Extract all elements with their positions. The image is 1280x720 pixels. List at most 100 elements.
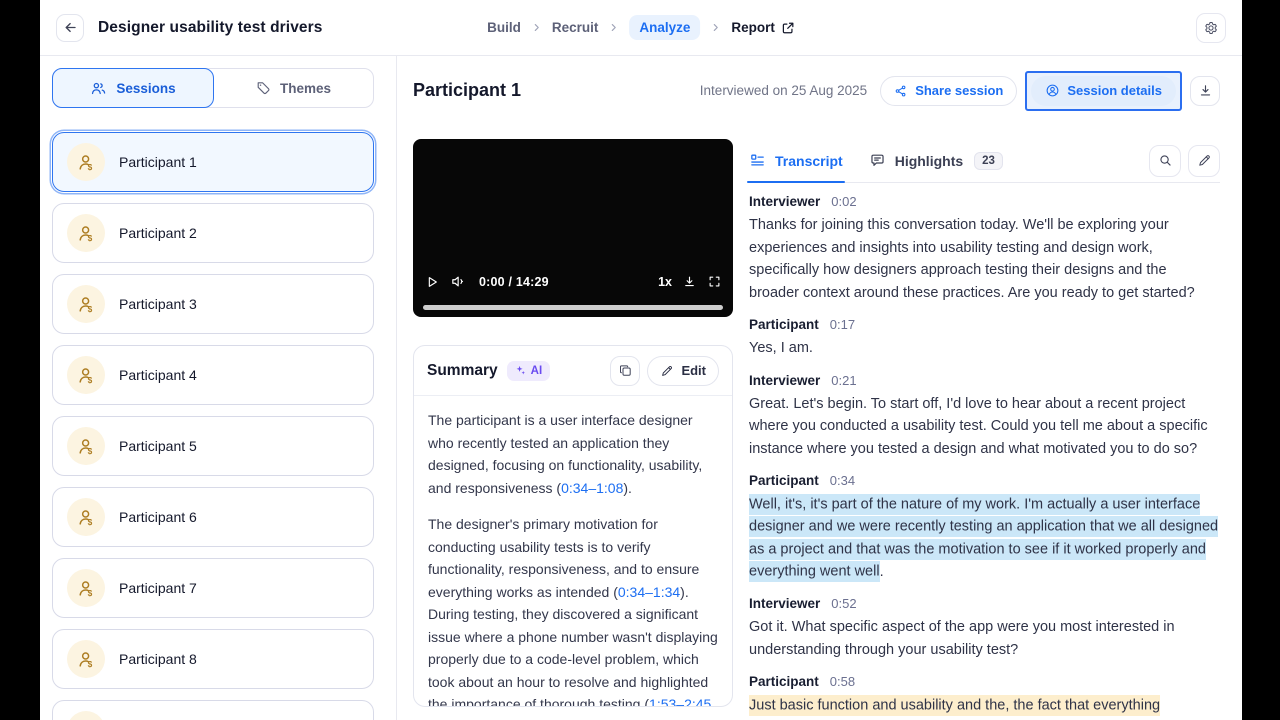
summary-text: ). — [623, 479, 632, 496]
participant-list: $ Participant 1 $ Participant 2 $ Participant… — [52, 132, 374, 720]
summary-paragraph: The designer's primary motivation for co… — [428, 513, 718, 707]
transcript-list-icon — [749, 152, 766, 169]
video-player[interactable]: 0:00 / 14:29 1x — [413, 139, 733, 317]
speaker-name: Interviewer — [749, 596, 821, 611]
timestamp-link[interactable]: 0:34–1:08 — [561, 480, 623, 496]
transcript-entry: Participant 0:58 Just basic function and u… — [749, 674, 1220, 717]
transcript-text-tail: . — [879, 563, 884, 580]
tag-icon — [255, 80, 271, 96]
tab-highlights[interactable]: Highlights 23 — [869, 139, 1003, 182]
volume-icon[interactable] — [450, 273, 467, 290]
entry-timestamp[interactable]: 0:02 — [831, 194, 856, 209]
video-progress-bar[interactable] — [423, 305, 723, 310]
download-icon — [1198, 83, 1213, 98]
participant-label: Participant 2 — [119, 225, 197, 241]
share-session-button[interactable]: Share session — [880, 75, 1018, 106]
settings-button[interactable] — [1196, 12, 1226, 43]
participant-card[interactable]: $ Participant 4 — [52, 345, 374, 405]
participant-avatar-icon: $ — [67, 427, 105, 465]
participant-label: Participant 7 — [119, 580, 197, 596]
participant-card-partial[interactable]: $ — [52, 700, 374, 720]
sidebar-tab-group: Sessions Themes — [52, 68, 374, 108]
selection-highlight-box: Session details — [1025, 70, 1182, 111]
summary-card: Summary AI Edit The participant is a use… — [413, 345, 733, 707]
video-time: 0:00 / 14:29 — [479, 274, 549, 289]
interview-date: Interviewed on 25 Aug 2025 — [699, 83, 868, 98]
participant-label: Participant 6 — [119, 509, 197, 525]
copy-icon — [618, 363, 633, 378]
participant-avatar-icon: $ — [67, 498, 105, 536]
participant-label: Participant 5 — [119, 438, 197, 454]
breadcrumb-report[interactable]: Report — [731, 20, 795, 35]
tab-transcript[interactable]: Transcript — [747, 139, 845, 183]
breadcrumb-analyze-active[interactable]: Analyze — [629, 15, 701, 40]
entry-timestamp[interactable]: 0:21 — [831, 373, 856, 388]
highlight-span[interactable]: Well, it's, it's part of the nature of m… — [749, 493, 1219, 582]
participant-label: Participant 1 — [119, 154, 197, 170]
copy-summary-button[interactable] — [610, 355, 641, 386]
timestamp-link[interactable]: 0:34–1:34 — [618, 584, 680, 600]
entry-timestamp[interactable]: 0:34 — [830, 473, 855, 488]
transcript-tab-bar: Transcript Highlights 23 — [747, 139, 1220, 183]
edit-transcript-button[interactable] — [1188, 144, 1220, 177]
entry-timestamp[interactable]: 0:17 — [830, 317, 855, 332]
breadcrumb-recruit[interactable]: Recruit — [552, 20, 599, 35]
participant-card[interactable]: $ Participant 1 — [52, 132, 374, 192]
summary-text: , — [711, 696, 716, 707]
participant-avatar-icon: $ — [67, 356, 105, 394]
summary-paragraph: The participant is a user interface desi… — [428, 409, 718, 499]
highlight-span[interactable]: Just basic function and usability and th… — [749, 694, 1161, 716]
video-controls: 0:00 / 14:29 1x — [424, 273, 722, 290]
svg-text:$: $ — [87, 232, 92, 242]
transcript-text: Well, it's, it's part of the nature of m… — [749, 493, 1220, 583]
edit-summary-button[interactable]: Edit — [647, 355, 719, 386]
video-download-icon[interactable] — [682, 274, 697, 289]
transcript-text: Got it. What specific aspect of the app … — [749, 619, 1175, 658]
chevron-right-icon — [530, 21, 543, 34]
participant-label: Participant 4 — [119, 367, 197, 383]
app-window: Designer usability test drivers Build Re… — [40, 0, 1242, 720]
participant-avatar-icon: $ — [67, 640, 105, 678]
fullscreen-icon[interactable] — [707, 274, 722, 289]
search-icon — [1158, 153, 1173, 168]
participant-card[interactable]: $ Participant 3 — [52, 274, 374, 334]
highlights-count-badge: 23 — [974, 151, 1003, 170]
main-panel: Participant 1 Interviewed on 25 Aug 2025… — [397, 56, 1242, 720]
participant-card[interactable]: $ Participant 5 — [52, 416, 374, 476]
breadcrumb-build[interactable]: Build — [487, 20, 521, 35]
participant-card[interactable]: $ Participant 7 — [52, 558, 374, 618]
speaker-name: Interviewer — [749, 372, 821, 388]
screen: Designer usability test drivers Build Re… — [0, 0, 1280, 720]
play-icon[interactable] — [424, 274, 440, 290]
svg-text:$: $ — [87, 658, 92, 668]
back-button[interactable] — [56, 13, 84, 42]
tab-themes[interactable]: Themes — [213, 69, 373, 107]
summary-title: Summary — [427, 361, 498, 379]
speaker-name: Participant — [749, 473, 819, 488]
chevron-right-icon — [709, 21, 722, 34]
session-details-button[interactable]: Session details — [1031, 75, 1176, 106]
external-link-icon — [781, 21, 795, 35]
topbar: Designer usability test drivers Build Re… — [40, 0, 1242, 56]
timestamp-link[interactable]: 1:53–2:45 — [649, 696, 711, 706]
participant-avatar-icon: $ — [67, 569, 105, 607]
participant-card[interactable]: $ Participant 6 — [52, 487, 374, 547]
entry-timestamp[interactable]: 0:58 — [830, 674, 855, 689]
tab-sessions[interactable]: Sessions — [52, 68, 214, 108]
speech-bubble-icon — [869, 152, 886, 169]
chevron-right-icon — [607, 21, 620, 34]
back-arrow-icon — [63, 20, 78, 35]
playback-speed[interactable]: 1x — [658, 275, 672, 289]
people-icon — [90, 80, 107, 97]
participant-card[interactable]: $ Participant 2 — [52, 203, 374, 263]
participant-card[interactable]: $ Participant 8 — [52, 629, 374, 689]
participant-label: Participant 3 — [119, 296, 197, 312]
gear-icon — [1203, 20, 1219, 36]
session-header: Participant 1 Interviewed on 25 Aug 2025… — [397, 56, 1242, 125]
transcript-text: Yes, I am. — [749, 340, 813, 356]
search-transcript-button[interactable] — [1149, 144, 1181, 177]
entry-timestamp[interactable]: 0:52 — [831, 596, 856, 611]
sparkle-icon — [515, 365, 526, 376]
pencil-icon — [1197, 153, 1212, 168]
download-session-button[interactable] — [1190, 75, 1220, 106]
